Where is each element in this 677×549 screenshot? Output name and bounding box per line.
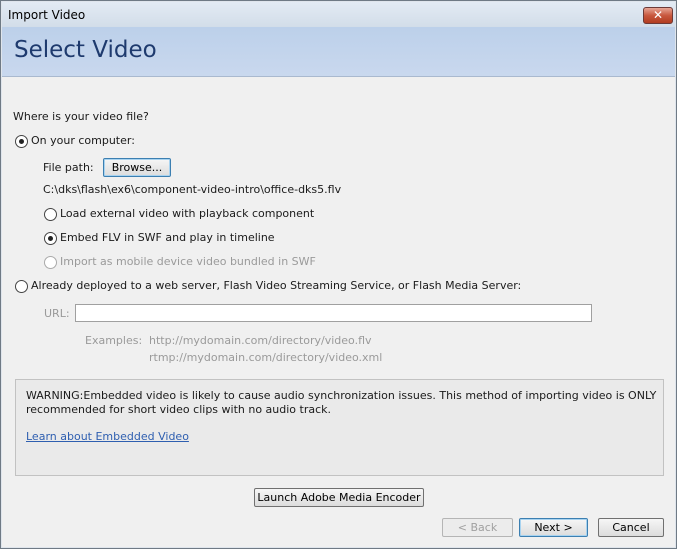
load-external-label[interactable]: Load external video with playback compon… bbox=[60, 207, 314, 220]
url-input[interactable] bbox=[75, 304, 592, 322]
warning-text-line2: recommended for short video clips with n… bbox=[26, 403, 332, 416]
deployed-server-label[interactable]: Already deployed to a web server, Flash … bbox=[31, 279, 521, 292]
window-title: Import Video bbox=[8, 8, 86, 22]
url-label: URL: bbox=[44, 307, 70, 320]
file-path-label: File path: bbox=[43, 161, 94, 174]
file-path-value: C:\dks\flash\ex6\component-video-intro\o… bbox=[43, 183, 342, 196]
example-rtmp: rtmp://mydomain.com/directory/video.xml bbox=[149, 351, 383, 364]
header-banner: Select Video bbox=[2, 27, 675, 77]
warning-panel: WARNING:Embedded video is likely to caus… bbox=[15, 379, 664, 476]
example-http: http://mydomain.com/directory/video.flv bbox=[149, 334, 372, 347]
examples-label: Examples: bbox=[85, 334, 143, 347]
cancel-button[interactable]: Cancel bbox=[598, 518, 664, 537]
radio-embed-flv[interactable] bbox=[44, 232, 57, 245]
radio-load-external[interactable] bbox=[44, 208, 57, 221]
embed-flv-label[interactable]: Embed FLV in SWF and play in timeline bbox=[60, 231, 275, 244]
mobile-device-label: Import as mobile device video bundled in… bbox=[60, 255, 316, 268]
import-video-dialog: Import Video ✕ Select Video Where is you… bbox=[0, 0, 677, 549]
close-button[interactable]: ✕ bbox=[643, 7, 673, 24]
learn-embedded-video-link[interactable]: Learn about Embedded Video bbox=[26, 430, 189, 443]
radio-deployed-server[interactable] bbox=[15, 280, 28, 293]
back-button: < Back bbox=[442, 518, 513, 537]
next-button[interactable]: Next > bbox=[519, 518, 588, 537]
warning-text-line1: WARNING:Embedded video is likely to caus… bbox=[26, 389, 657, 402]
on-computer-label[interactable]: On your computer: bbox=[31, 134, 135, 147]
radio-mobile-device bbox=[44, 256, 57, 269]
browse-button[interactable]: Browse... bbox=[103, 158, 171, 177]
question-label: Where is your video file? bbox=[13, 110, 149, 123]
title-bar[interactable]: Import Video ✕ bbox=[2, 2, 675, 28]
page-title: Select Video bbox=[14, 37, 157, 63]
radio-on-computer[interactable] bbox=[15, 135, 28, 148]
launch-media-encoder-button[interactable]: Launch Adobe Media Encoder bbox=[254, 488, 424, 507]
